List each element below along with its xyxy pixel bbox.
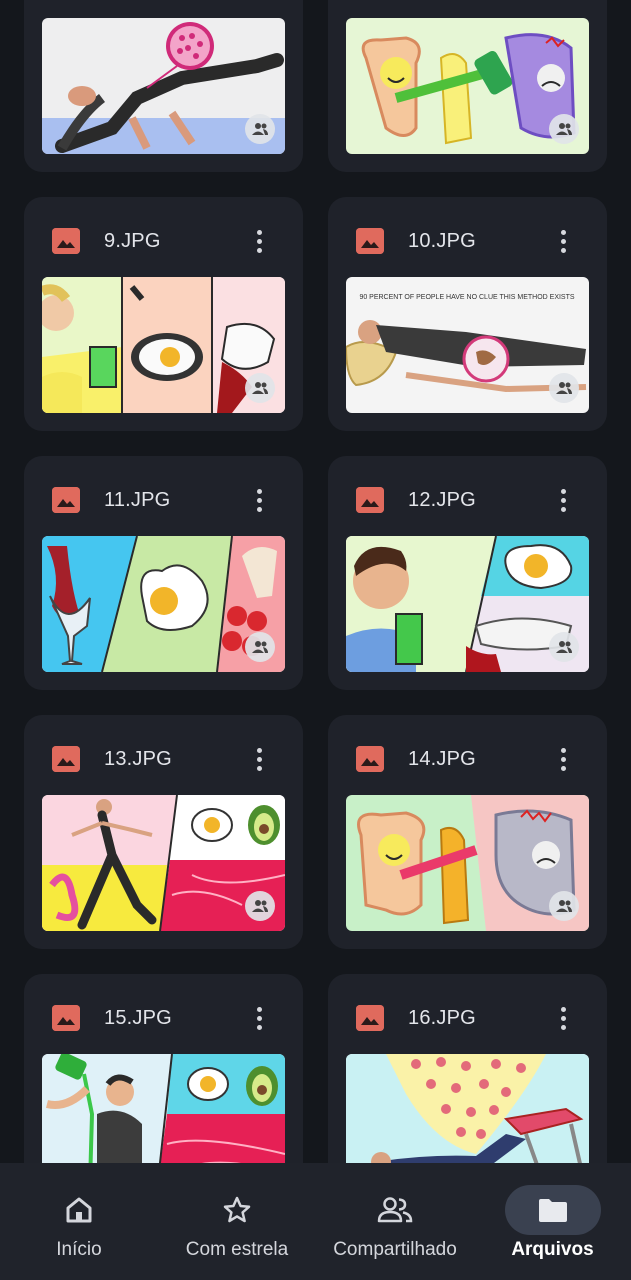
file-card[interactable]: 14.JPG	[328, 715, 607, 949]
file-name: 10.JPG	[408, 230, 476, 252]
file-card-gut[interactable]	[328, 0, 607, 172]
thumbnail-caption: 90 PERCENT OF PEOPLE HAVE NO CLUE THIS M…	[359, 294, 574, 301]
shared-badge-icon	[245, 114, 275, 144]
file-name: 14.JPG	[408, 748, 476, 770]
file-name: 9.JPG	[104, 230, 161, 252]
bottom-navigation: Início Com estrela Compartilhado Arquivo…	[0, 1163, 631, 1280]
star-icon	[189, 1185, 285, 1235]
nav-label: Compartilhado	[333, 1239, 457, 1260]
image-file-icon	[52, 746, 80, 772]
image-file-icon	[356, 487, 384, 513]
shared-badge-icon	[549, 891, 579, 921]
home-icon	[31, 1185, 127, 1235]
file-thumbnail[interactable]	[42, 536, 285, 672]
file-name: 12.JPG	[408, 489, 476, 511]
file-thumbnail[interactable]	[42, 795, 285, 931]
image-file-icon	[52, 487, 80, 513]
file-name: 11.JPG	[104, 489, 171, 511]
file-thumbnail[interactable]	[346, 536, 589, 672]
file-card[interactable]: 12.JPG	[328, 456, 607, 690]
nav-item-starred[interactable]: Com estrela	[158, 1163, 316, 1280]
shared-badge-icon	[245, 891, 275, 921]
more-options-icon[interactable]	[243, 225, 275, 257]
drive-files-screen: 9.JPG 10.JPG 90 PERCENT OF PEOPLE HAVE N…	[0, 0, 631, 1280]
image-file-icon	[52, 1005, 80, 1031]
shared-badge-icon	[549, 114, 579, 144]
file-card-yoga[interactable]	[24, 0, 303, 172]
more-options-icon[interactable]	[243, 1002, 275, 1034]
image-file-icon	[52, 228, 80, 254]
file-thumbnail[interactable]: 90 PERCENT OF PEOPLE HAVE NO CLUE THIS M…	[346, 277, 589, 413]
nav-item-files[interactable]: Arquivos	[474, 1163, 631, 1280]
nav-item-shared[interactable]: Compartilhado	[316, 1163, 474, 1280]
more-options-icon[interactable]	[243, 484, 275, 516]
image-file-icon	[356, 1005, 384, 1031]
more-options-icon[interactable]	[243, 743, 275, 775]
file-thumbnail[interactable]	[42, 277, 285, 413]
more-options-icon[interactable]	[547, 743, 579, 775]
shared-badge-icon	[549, 373, 579, 403]
nav-label: Início	[56, 1239, 102, 1260]
more-options-icon[interactable]	[547, 484, 579, 516]
file-name: 16.JPG	[408, 1007, 476, 1029]
shared-badge-icon	[245, 632, 275, 662]
more-options-icon[interactable]	[547, 225, 579, 257]
file-card[interactable]: 13.JPG	[24, 715, 303, 949]
shared-badge-icon	[245, 373, 275, 403]
file-card[interactable]: 10.JPG 90 PERCENT OF PEOPLE HAVE NO CLUE…	[328, 197, 607, 431]
more-options-icon[interactable]	[547, 1002, 579, 1034]
people-icon	[347, 1185, 443, 1235]
nav-label: Arquivos	[511, 1239, 594, 1260]
file-name: 15.JPG	[104, 1007, 172, 1029]
nav-item-home[interactable]: Início	[0, 1163, 158, 1280]
file-thumbnail[interactable]	[346, 18, 589, 154]
file-card[interactable]: 9.JPG	[24, 197, 303, 431]
nav-label: Com estrela	[185, 1239, 289, 1260]
image-file-icon	[356, 746, 384, 772]
file-card[interactable]: 11.JPG	[24, 456, 303, 690]
shared-badge-icon	[549, 632, 579, 662]
file-thumbnail[interactable]	[346, 795, 589, 931]
file-thumbnail[interactable]	[42, 18, 285, 154]
file-name: 13.JPG	[104, 748, 172, 770]
folder-icon	[504, 1185, 601, 1235]
image-file-icon	[356, 228, 384, 254]
